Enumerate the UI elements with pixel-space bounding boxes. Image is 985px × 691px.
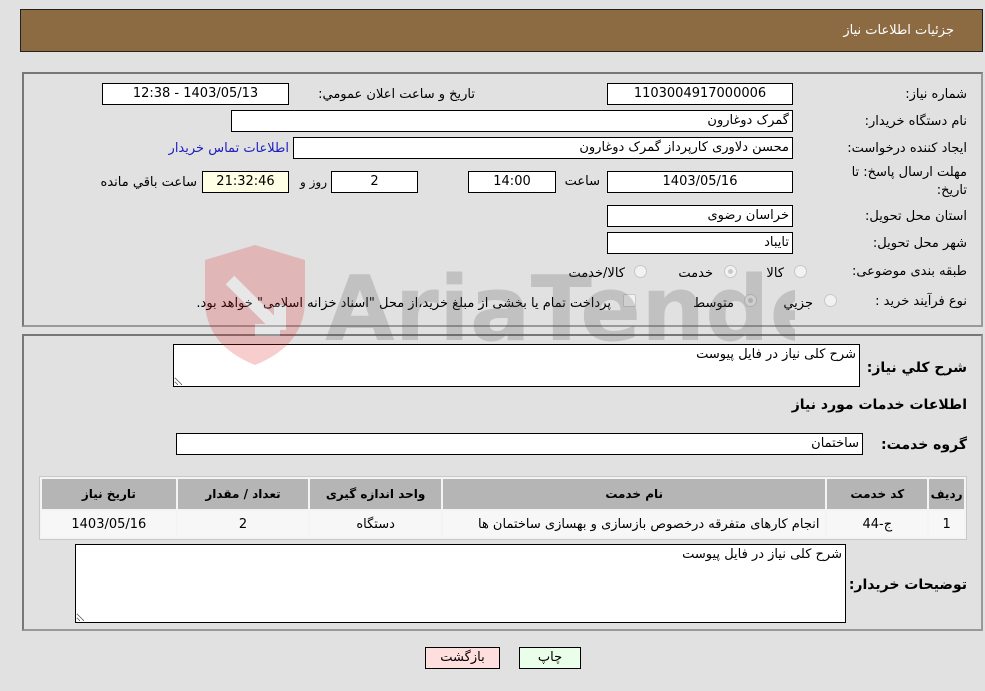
category-option-goods-service: کالا/خدمت [568,266,625,281]
category-option-goods: کالا [766,266,784,281]
category-radio-goods-service[interactable] [634,265,647,278]
cell-row-number: 1 [929,511,964,537]
need-number-label: شماره نیاز: [905,87,967,102]
col-header-need-date: تاریخ نیاز [42,479,176,509]
service-group-field: ساختمان [176,433,863,455]
city-field: تایباد [607,232,793,254]
process-option-minor: جزيي [783,296,813,311]
deadline-time-label: ساعت [564,174,600,189]
deadline-time-field: 14:00 [468,171,556,193]
city-label: شهر محل تحویل: [872,236,967,251]
buyer-org-field: گمرک دوغارون [231,110,793,132]
time-remaining-label: ساعت باقي مانده [100,175,197,190]
cell-unit: دستگاه [310,511,441,537]
service-group-label: گروه خدمت: [881,437,967,453]
purchase-process-label: نوع فرآیند خرید : [875,294,967,309]
buyer-notes-textarea[interactable]: شرح کلی نیاز در فایل پیوست [75,544,846,623]
deadline-label-line2: تاریخ: [936,183,967,198]
cell-quantity: 2 [177,511,309,537]
process-radio-minor[interactable] [824,294,837,307]
province-label: استان محل تحویل: [865,209,967,224]
cell-service-name: انجام کارهای متفرقه درخصوص بازسازی و بهس… [442,511,826,537]
col-header-service-name: نام خدمت [442,479,826,509]
cell-need-date: 1403/05/16 [42,511,176,537]
treasury-note: پرداخت تمام یا بخشی از مبلغ خرید،از محل … [196,296,611,311]
announce-datetime-label: تاریخ و ساعت اعلان عمومي: [318,87,475,102]
deadline-date-field: 1403/05/16 [607,171,793,193]
days-remaining-field: 2 [331,171,418,193]
table-header-row: ردیف کد خدمت نام خدمت واحد اندازه گیری ت… [42,479,964,509]
page-title: جزئیات اطلاعات نیاز [843,23,954,38]
col-header-unit: واحد اندازه گیری [310,479,441,509]
cell-service-code: ج-44 [827,511,928,537]
col-header-service-code: کد خدمت [827,479,928,509]
category-radio-service[interactable] [724,265,737,278]
table-row: 1 ج-44 انجام کارهای متفرقه درخصوص بازساز… [42,511,964,537]
requester-field: محسن دلاوری کارپرداز گمرک دوغارون [293,137,793,159]
buyer-org-label: نام دستگاه خریدار: [864,114,967,129]
general-desc-textarea[interactable]: شرح کلی نیاز در فایل پیوست [173,344,860,387]
process-radio-medium[interactable] [744,294,757,307]
category-option-service: خدمت [678,266,713,281]
back-button[interactable]: بازگشت [425,647,500,669]
requester-label: ایجاد کننده درخواست: [847,141,967,156]
province-field: خراسان رضوی [607,205,793,227]
announce-datetime-field: 1403/05/13 - 12:38 [102,83,289,105]
treasury-checkbox[interactable] [623,294,636,307]
buyer-notes-label: توضیحات خریدار: [848,577,967,593]
page-header: جزئیات اطلاعات نیاز [20,9,983,52]
deadline-label: مهلت ارسال پاسخ: تا [851,165,967,180]
days-label: روز و [300,175,327,189]
time-remaining-field: 21:32:46 [202,171,289,193]
services-table: ردیف کد خدمت نام خدمت واحد اندازه گیری ت… [39,476,967,540]
buyer-contact-link[interactable]: اطلاعات تماس خریدار [169,141,289,156]
need-number-field: 1103004917000006 [607,83,793,105]
col-header-quantity: تعداد / مقدار [177,479,309,509]
services-heading: اطلاعات خدمات مورد نیاز [791,397,967,413]
category-radio-goods[interactable] [794,265,807,278]
col-header-row-number: ردیف [929,479,964,509]
category-label: طبقه بندی موضوعی: [851,264,967,279]
print-button[interactable]: چاپ [519,647,581,669]
general-desc-label: شرح کلي نیاز: [866,360,967,376]
process-option-medium: متوسط [693,296,734,311]
